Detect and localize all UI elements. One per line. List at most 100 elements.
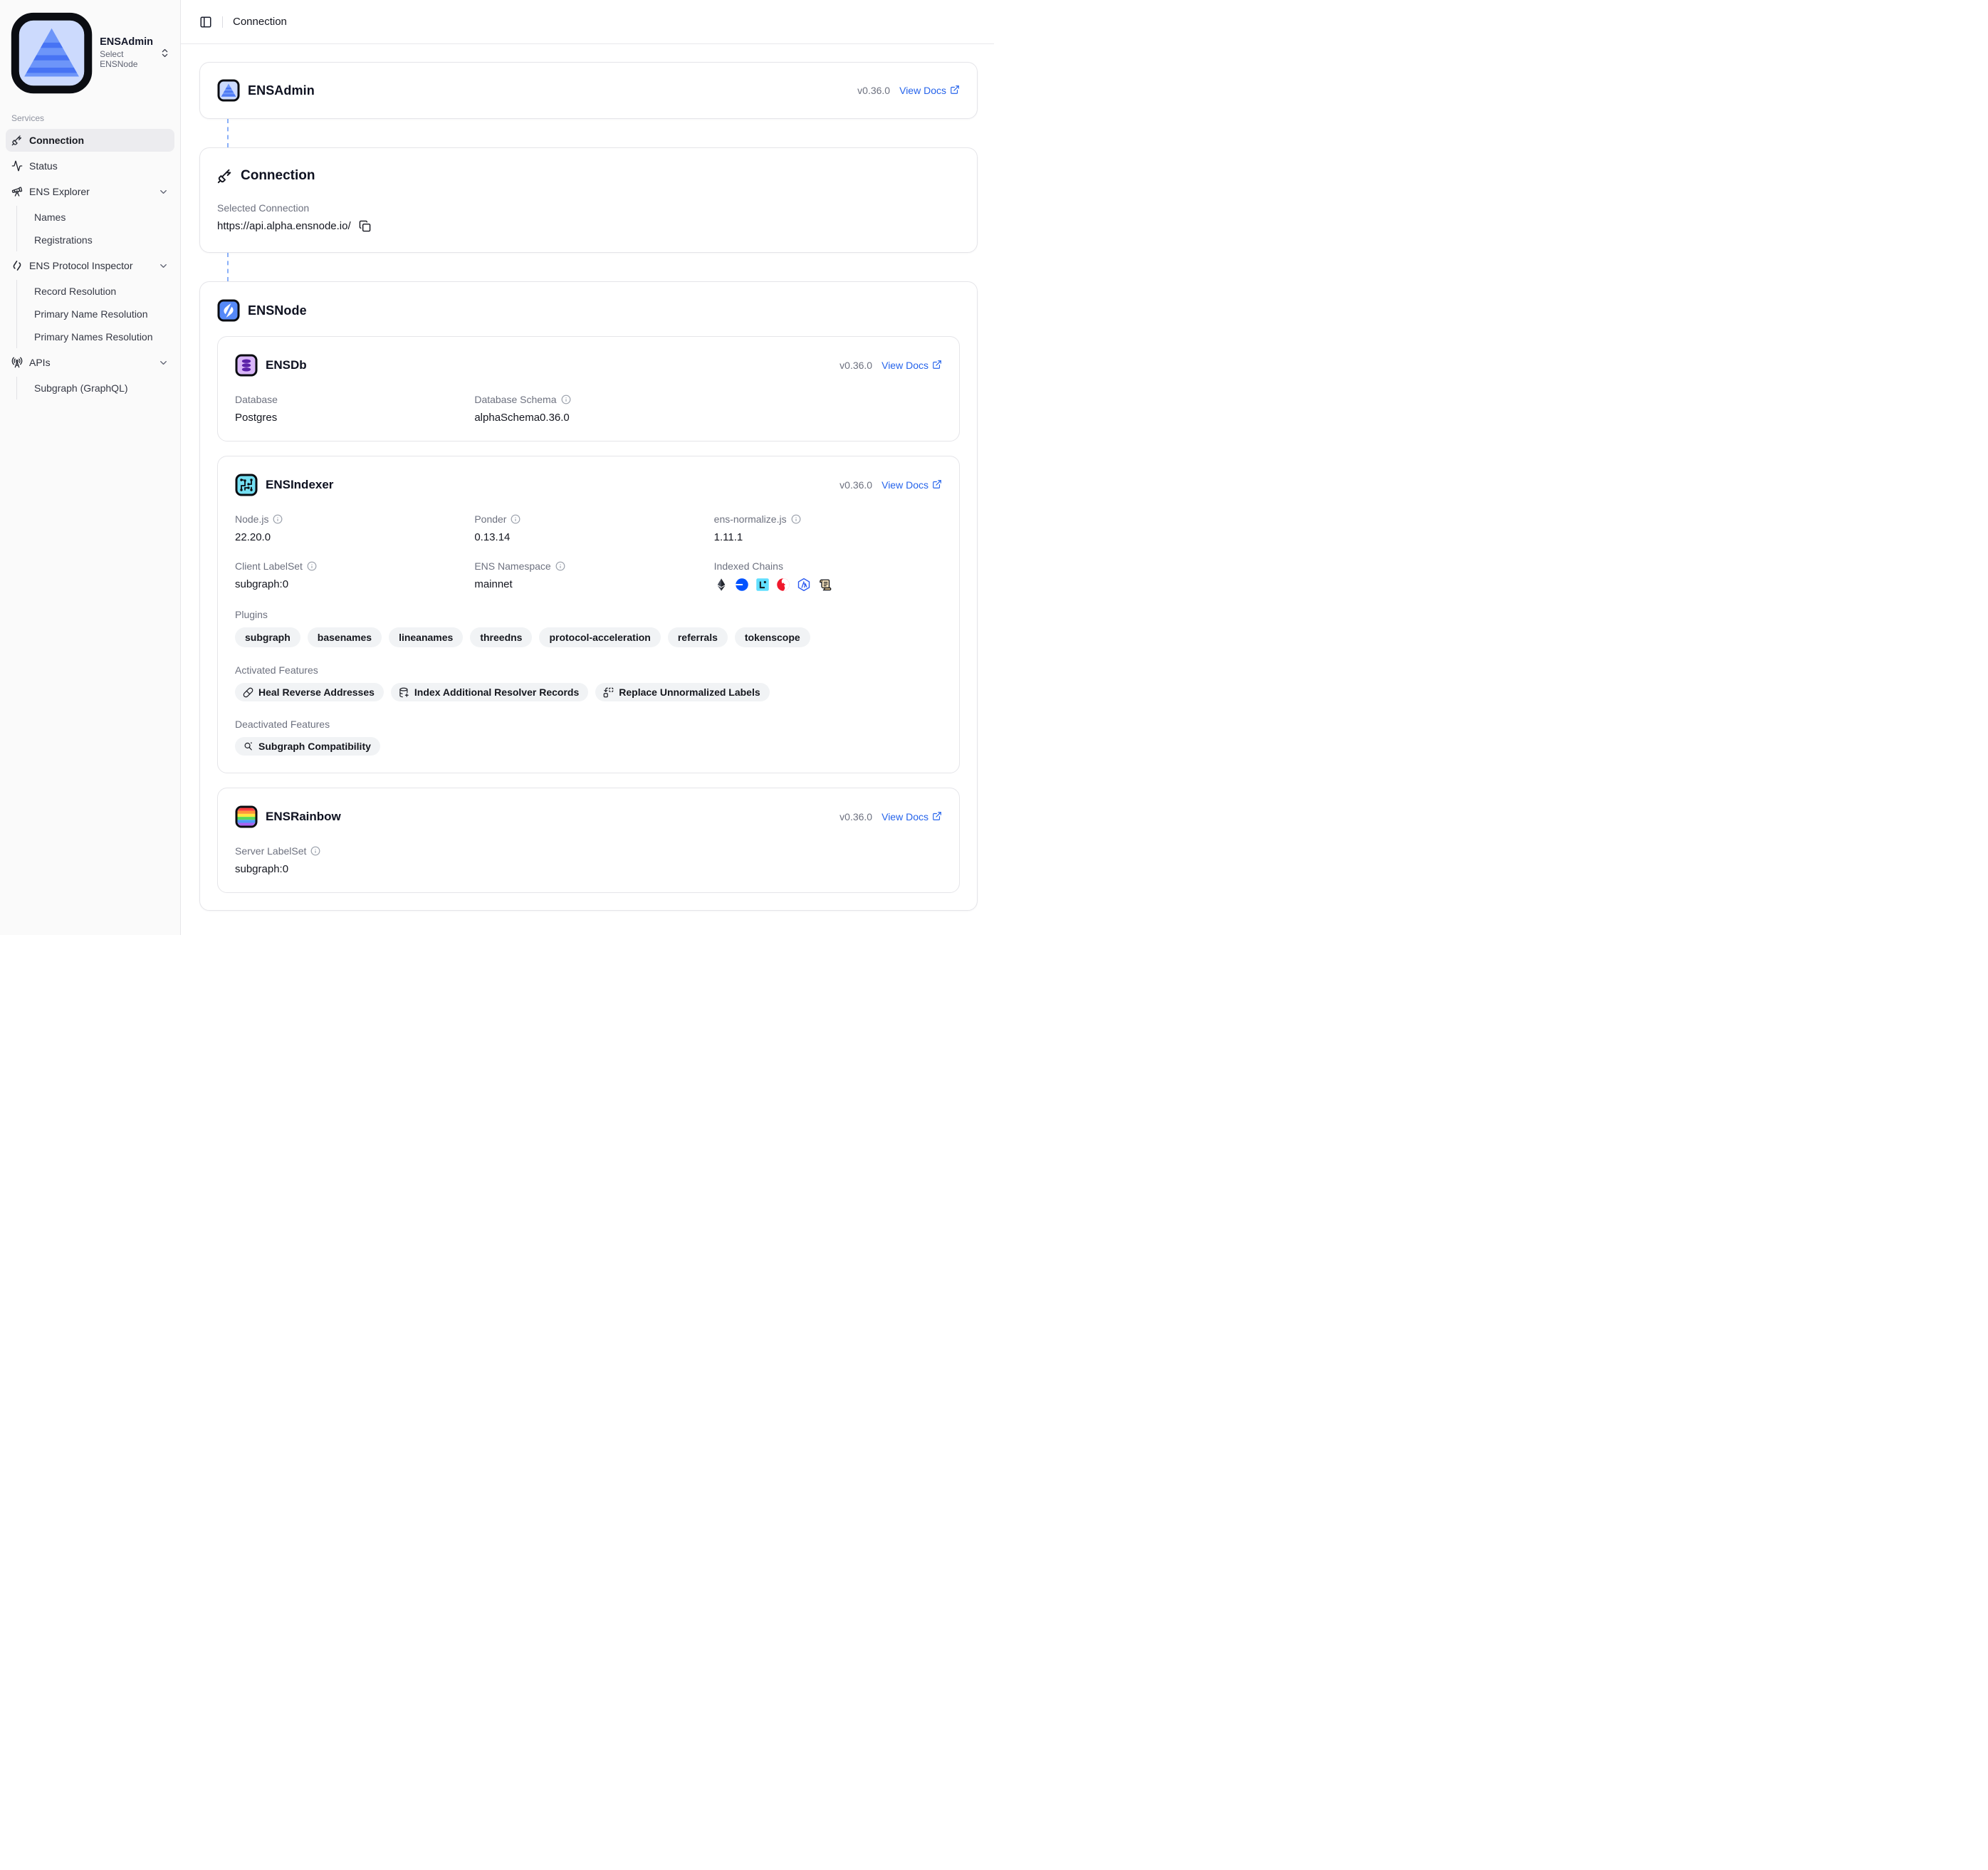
feature-badge-subgraph-compatibility: Subgraph Compatibility [235,737,380,756]
connection-card: Connection Selected Connection https://a… [199,147,978,253]
copy-icon[interactable] [359,220,371,232]
sidebar-item-connection[interactable]: Connection [6,129,174,152]
view-docs-label: View Docs [881,479,928,491]
card-title: ENSDb [266,358,307,372]
ensrainbow-card: ENSRainbow v0.36.0 View Docs Server Labe… [217,788,960,893]
feature-badge-heal-reverse-addresses: Heal Reverse Addresses [235,683,384,701]
external-link-icon [950,85,960,97]
chevrons-up-down-icon [159,48,170,58]
info-icon[interactable] [511,514,520,524]
field-value-text: subgraph:0 [235,863,942,875]
optimism-chain-icon [776,578,790,592]
field-database: Database Postgres [235,394,463,424]
feature-badge-index-additional-resolver-records: Index Additional Resolver Records [391,683,588,701]
ensrainbow-logo-icon [235,805,258,828]
info-icon[interactable] [273,514,283,524]
view-docs-link[interactable]: View Docs [881,360,942,372]
sidebar-item-label: Registrations [34,234,93,246]
info-icon[interactable] [561,395,571,404]
external-link-icon [932,360,942,372]
card-title: Connection [241,168,315,184]
ensindexer-logo-icon [235,474,258,496]
page-content: ENSAdmin v0.36.0 View Docs Connection [181,44,994,928]
dashed-connector [227,119,229,147]
sidebar-item-label: Names [34,211,66,223]
field-client-labelset: Client LabelSet subgraph:0 [235,560,463,592]
feature-badge-label: Index Additional Resolver Records [414,686,579,698]
feature-badge-label: Replace Unnormalized Labels [619,686,760,698]
chevron-down-icon [158,187,169,197]
ensindexer-card: ENSIndexer v0.36.0 View Docs Node.js [217,456,960,773]
arbitrum-chain-icon [797,578,811,592]
field-server-labelset: Server LabelSet subgraph:0 [235,845,942,875]
field-value-text: Postgres [235,412,463,424]
version-label: v0.36.0 [839,360,872,371]
sidebar-item-subgraph-graphql[interactable]: Subgraph (GraphQL) [28,377,174,399]
field-label-text: ens-normalize.js [714,513,787,525]
chevron-down-icon [158,261,169,271]
sidebar-item-label: Connection [29,135,84,146]
version-label: v0.36.0 [839,479,872,491]
sidebar-item-ens-protocol-inspector[interactable]: ENS Protocol Inspector [6,254,174,277]
field-label-text: Ponder [474,513,506,525]
sidebar-item-label: Primary Names Resolution [34,331,153,343]
sidebar-toggle-button[interactable] [199,16,212,28]
sidebar-item-primary-name-resolution[interactable]: Primary Name Resolution [28,303,174,325]
field-indexed-chains: Indexed Chains [714,560,942,592]
view-docs-link[interactable]: View Docs [881,811,942,823]
info-icon[interactable] [791,514,801,524]
topbar-separator [222,16,223,28]
info-icon[interactable] [307,561,317,571]
sidebar-item-label: Subgraph (GraphQL) [34,382,128,394]
feature-badge-label: Subgraph Compatibility [258,741,371,752]
field-ens-normalize: ens-normalize.js 1.11.1 [714,513,942,543]
plugin-badge: threedns [470,627,532,647]
sidebar-item-names[interactable]: Names [28,206,174,229]
view-docs-link[interactable]: View Docs [899,85,960,97]
ens-protocol-inspector-sublist: Record Resolution Primary Name Resolutio… [16,280,174,348]
sidebar-item-registrations[interactable]: Registrations [28,229,174,251]
info-icon[interactable] [310,846,320,856]
sidebar-item-record-resolution[interactable]: Record Resolution [28,280,174,303]
ensadmin-card-logo-icon [217,79,240,102]
plugin-badge: lineanames [389,627,463,647]
plugin-badge: tokenscope [735,627,810,647]
sidebar-item-ens-explorer[interactable]: ENS Explorer [6,180,174,203]
sidebar-item-apis[interactable]: APIs [6,351,174,374]
radio-tower-icon [11,357,23,368]
feature-badge-label: Heal Reverse Addresses [258,686,375,698]
base-chain-icon [735,578,749,592]
ensadmin-logo-icon [10,11,93,95]
info-icon[interactable] [555,561,565,571]
card-title: ENSNode [248,303,307,318]
ensadmin-card: ENSAdmin v0.36.0 View Docs [199,62,978,119]
external-link-icon [932,479,942,491]
indexed-chains-row [714,578,942,592]
card-title: ENSAdmin [248,83,315,98]
deactivated-features-label: Deactivated Features [235,719,942,730]
field-label-text: Database Schema [474,394,556,405]
field-value-text: subgraph:0 [235,578,463,590]
sidebar-group-label: Services [6,113,174,123]
linea-chain-icon [755,578,770,592]
field-database-schema: Database Schema alphaSchema0.36.0 [474,394,702,424]
ensnode-logo-icon [217,299,240,322]
field-ponder: Ponder 0.13.14 [474,513,702,543]
field-label-text: Database [235,394,278,405]
app-title: ENSAdmin [100,36,153,48]
external-link-icon [932,811,942,823]
sidebar-item-status[interactable]: Status [6,155,174,177]
sidebar-item-label: ENS Protocol Inspector [29,260,133,271]
apis-sublist: Subgraph (GraphQL) [16,377,174,399]
app-subtitle: Select ENSNode [100,50,153,70]
ensnode-selector[interactable]: ENSAdmin Select ENSNode [6,6,174,100]
plug-zap-icon [11,135,23,146]
sidebar-item-primary-names-resolution[interactable]: Primary Names Resolution [28,325,174,348]
sidebar-item-label: Status [29,160,58,172]
view-docs-link[interactable]: View Docs [881,479,942,491]
sidebar-item-label: Record Resolution [34,286,116,297]
scroll-chain-icon [817,578,832,592]
ensnode-card: ENSNode ENSDb [199,281,978,911]
card-title: ENSIndexer [266,478,333,492]
pill-icon [243,687,253,698]
